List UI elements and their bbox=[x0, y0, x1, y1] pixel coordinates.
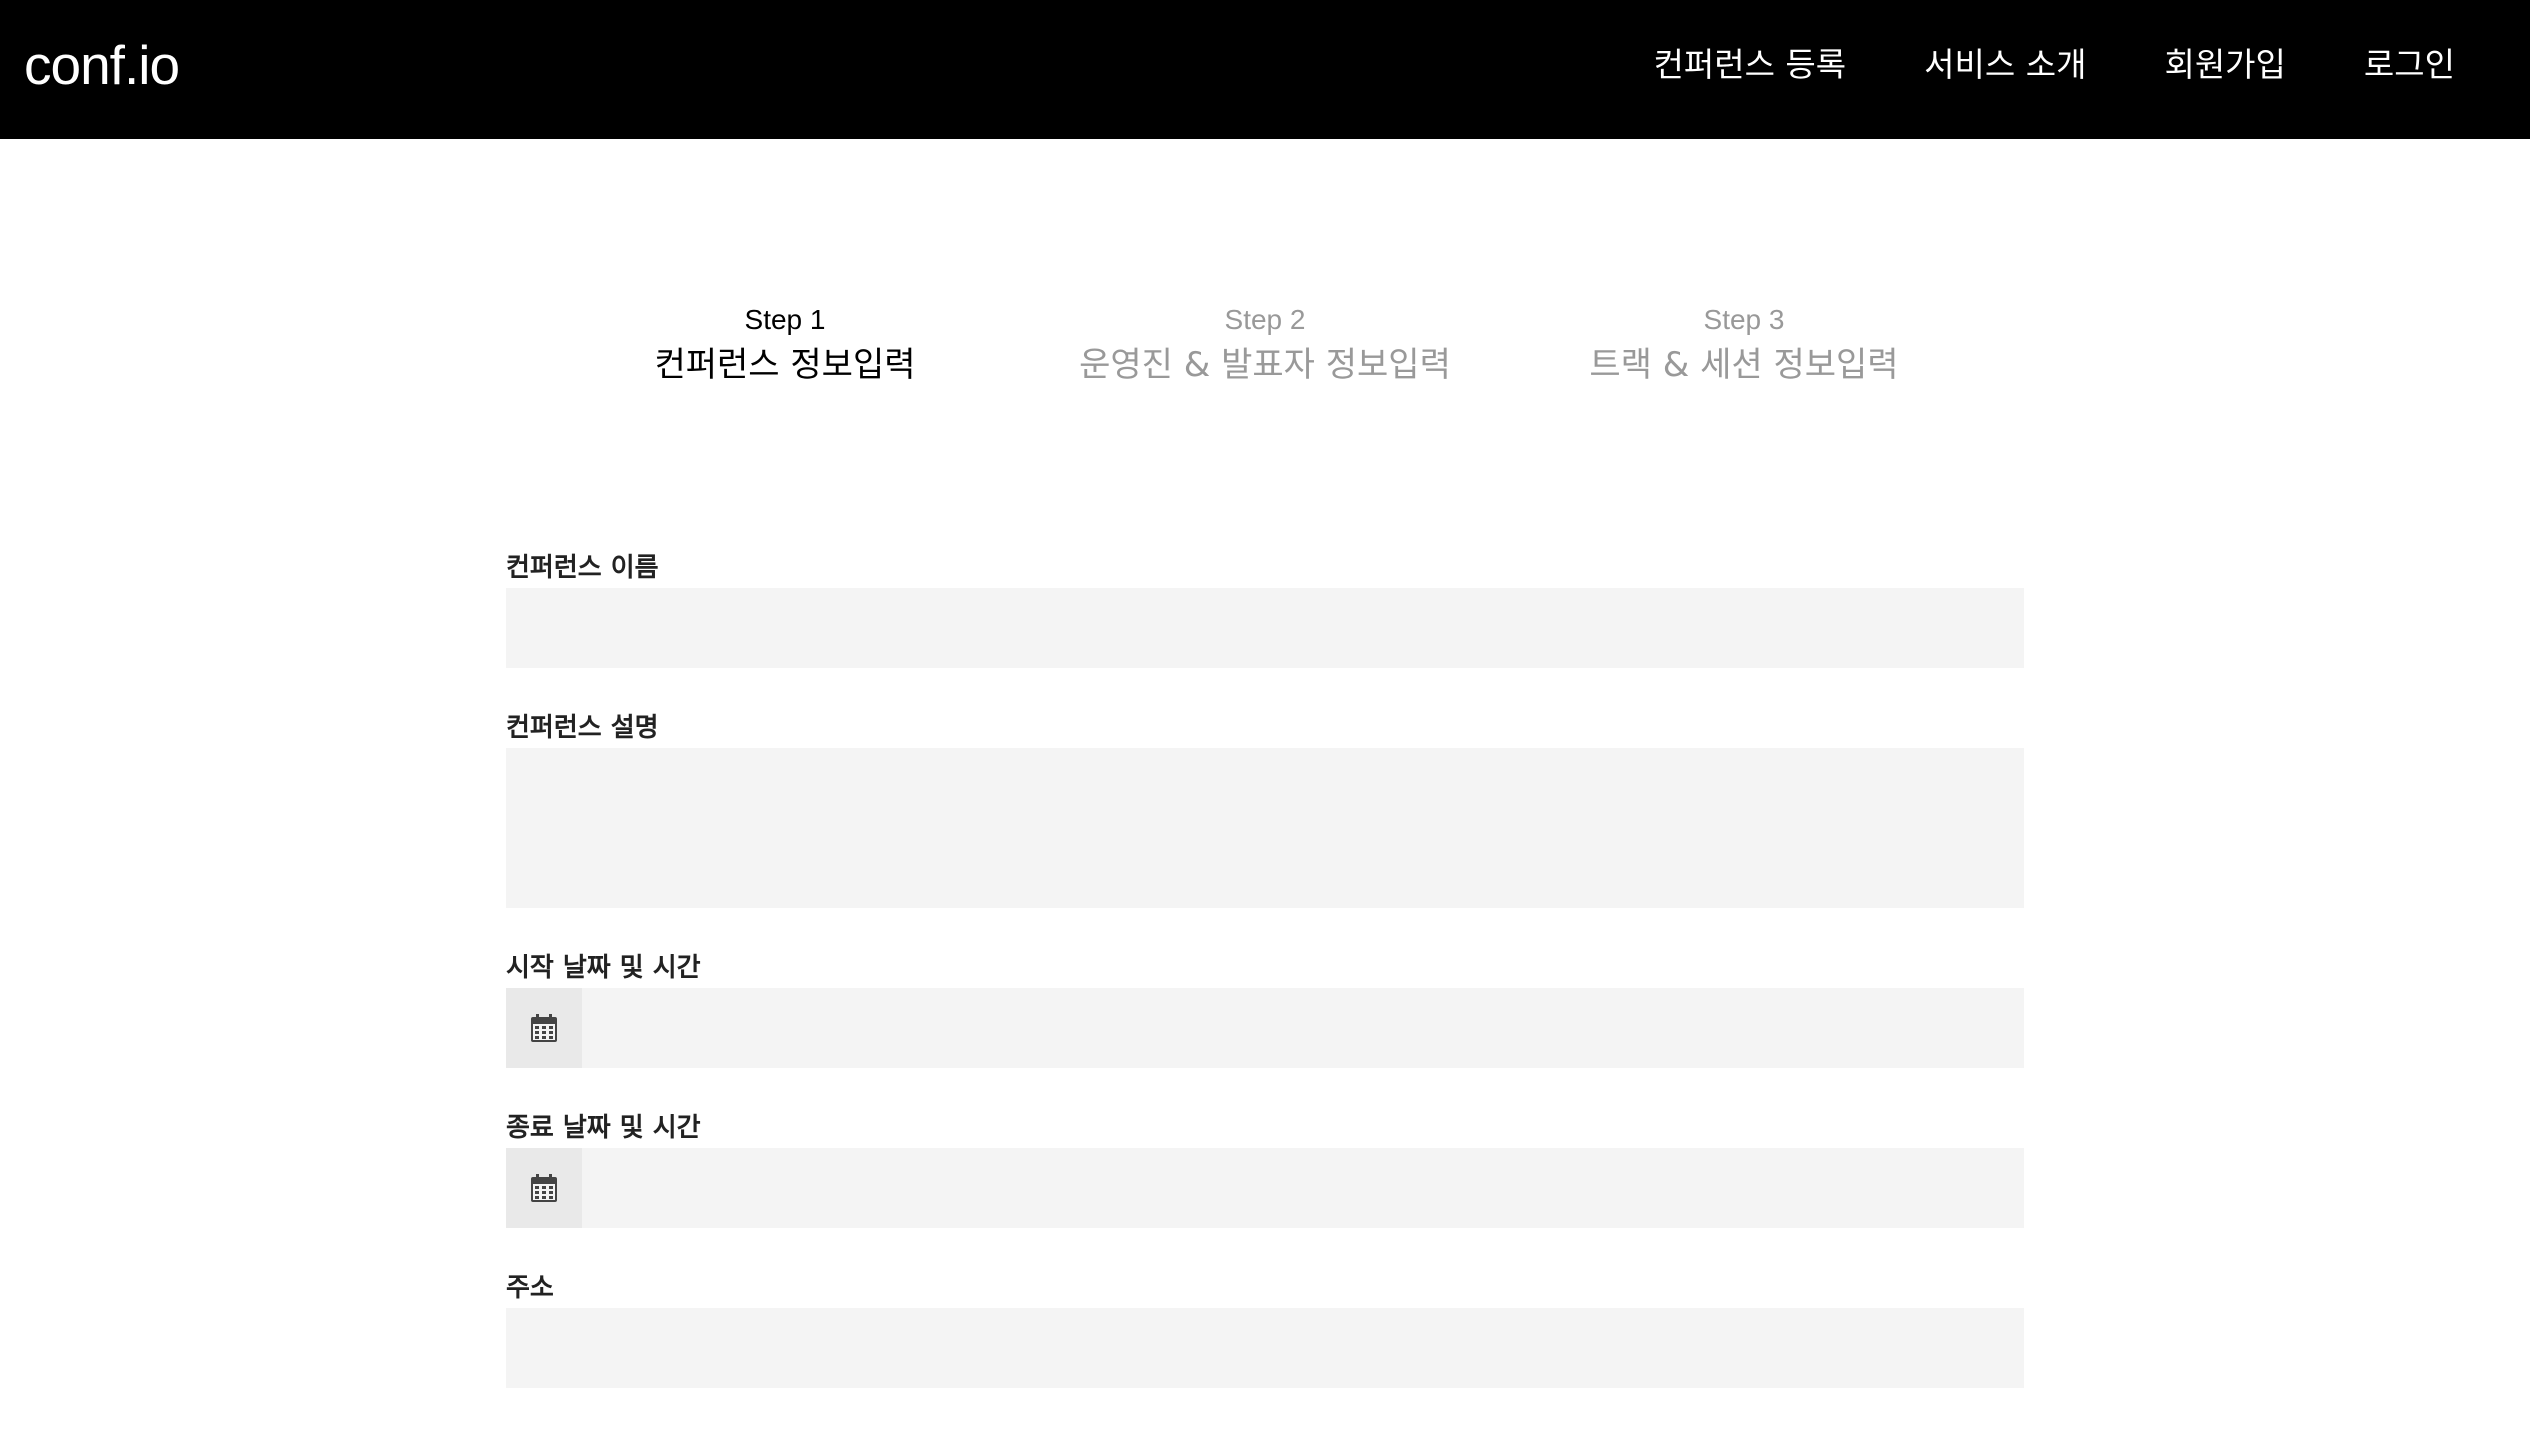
start-calendar-button[interactable] bbox=[506, 988, 582, 1068]
conference-name-input[interactable] bbox=[506, 588, 2024, 668]
step-2[interactable]: Step 2 운영진 & 발표자 정보입력 bbox=[1079, 300, 1451, 390]
step-3[interactable]: Step 3 트랙 & 세션 정보입력 bbox=[1589, 300, 1898, 390]
address-label: 주소 bbox=[506, 1273, 554, 1303]
address-input[interactable] bbox=[506, 1308, 2024, 1388]
end-calendar-button[interactable] bbox=[506, 1148, 582, 1228]
step-3-number: Step 3 bbox=[1703, 304, 1785, 335]
end-datetime-input[interactable] bbox=[582, 1148, 2024, 1228]
top-navbar: conf.io 컨퍼런스 등록 서비스 소개 회원가입 로그인 bbox=[0, 0, 2530, 139]
logo[interactable]: conf.io bbox=[24, 30, 180, 100]
calendar-icon bbox=[531, 1014, 557, 1042]
step-2-number: Step 2 bbox=[1224, 304, 1306, 335]
calendar-icon bbox=[531, 1174, 557, 1202]
nav-signup[interactable]: 회원가입 bbox=[2164, 40, 2285, 90]
step-1[interactable]: Step 1 컨퍼런스 정보입력 bbox=[654, 300, 915, 390]
end-datetime-field bbox=[506, 1148, 2024, 1228]
conference-info-form: 컨퍼런스 이름 컨퍼런스 설명 시작 날짜 및 시간 종료 날짜 및 시간 주소 bbox=[506, 548, 2024, 1428]
conference-description-input[interactable] bbox=[506, 748, 2024, 908]
nav-register-conference[interactable]: 컨퍼런스 등록 bbox=[1654, 40, 1847, 90]
start-datetime-label: 시작 날짜 및 시간 bbox=[506, 953, 701, 983]
step-1-title: 컨퍼런스 정보입력 bbox=[654, 345, 916, 385]
conference-description-label: 컨퍼런스 설명 bbox=[506, 713, 659, 743]
start-datetime-input[interactable] bbox=[582, 988, 2024, 1068]
step-3-title: 트랙 & 세션 정보입력 bbox=[1589, 345, 1899, 385]
main-nav: 컨퍼런스 등록 서비스 소개 회원가입 로그인 bbox=[1654, 40, 2456, 90]
nav-login[interactable]: 로그인 bbox=[2364, 40, 2455, 90]
nav-service-intro[interactable]: 서비스 소개 bbox=[1924, 40, 2086, 90]
start-datetime-field bbox=[506, 988, 2024, 1068]
conference-name-label: 컨퍼런스 이름 bbox=[506, 553, 659, 583]
step-2-title: 운영진 & 발표자 정보입력 bbox=[1079, 345, 1451, 385]
step-1-number: Step 1 bbox=[744, 304, 826, 335]
end-datetime-label: 종료 날짜 및 시간 bbox=[506, 1113, 701, 1143]
step-indicator: Step 1 컨퍼런스 정보입력 Step 2 운영진 & 발표자 정보입력 S… bbox=[0, 300, 2530, 400]
